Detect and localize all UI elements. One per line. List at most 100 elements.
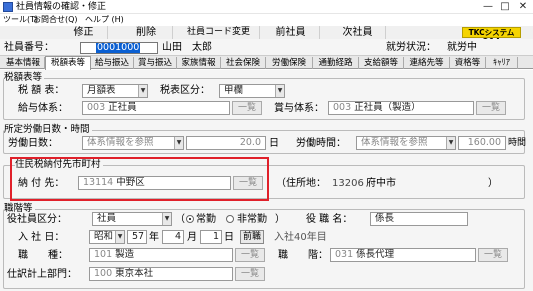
delete-button[interactable]: 削除 <box>120 26 173 39</box>
fulltime-label: 常勤 <box>196 214 216 225</box>
menu-bar <box>0 14 533 26</box>
year-unit: 年 <box>149 232 159 243</box>
day-unit: 日 <box>224 232 234 243</box>
work-hours-value: 160.00 <box>467 137 501 148</box>
tab-commute[interactable]: 通勤経路 <box>313 57 359 69</box>
help-qa-button[interactable]: TKCシステムQ&A <box>462 27 521 46</box>
job-level-label: 職 階： <box>278 250 328 261</box>
department-field[interactable]: 100 東京本社 <box>89 267 233 281</box>
app-icon <box>3 2 13 12</box>
join-day: 1 <box>212 231 219 242</box>
work-days-field[interactable]: 20.0 <box>186 136 266 150</box>
join-date-label: 入 社 日： <box>18 232 65 243</box>
bonus-system-lookup-button[interactable]: 一覧 <box>476 101 506 115</box>
tab-pay-amount[interactable]: 支給額等 <box>359 57 404 69</box>
exec-category-select[interactable]: 社員 ▼ <box>92 212 172 226</box>
bonus-system-field[interactable]: 003 正社員（製造） <box>328 101 474 115</box>
tab-social-insurance[interactable]: 社会保険 <box>221 57 266 69</box>
tab-labor-insurance[interactable]: 労働保険 <box>266 57 313 69</box>
work-hours-label: 労働時間： <box>296 138 346 149</box>
join-month-field[interactable]: 4 <box>162 230 184 244</box>
exec-category-label: 役社員区分： <box>7 214 67 225</box>
work-hours-unit: 時間 <box>508 138 527 148</box>
salary-system-code: 003 <box>87 102 106 113</box>
tax-category-value: 甲欄 <box>224 85 244 96</box>
chevron-down-icon: ▼ <box>115 231 124 243</box>
work-hours-field[interactable]: 160.00 <box>458 136 506 150</box>
tab-bonus-transfer[interactable]: 賞与振込 <box>134 57 177 69</box>
work-hours-source: 体系情報を参照 <box>361 137 428 148</box>
department-label: 仕訳計上部門： <box>7 269 77 280</box>
employee-number-field[interactable]: 0001000 <box>80 42 158 54</box>
menu-inquiry[interactable]: お問合せ(Q) <box>33 14 78 26</box>
tax-category-select[interactable]: 甲欄 ▼ <box>219 84 285 98</box>
work-days-source-select[interactable]: 体系情報を参照 ▼ <box>82 136 184 150</box>
status-value: 就労中 <box>447 42 477 53</box>
job-level-name: 係長代理 <box>356 249 395 260</box>
close-button[interactable]: ✕ <box>515 0 531 14</box>
month-unit: 月 <box>187 232 197 243</box>
tenure-text: 入社40年目 <box>274 232 327 243</box>
salary-system-lookup-button[interactable]: 一覧 <box>232 101 262 115</box>
job-title-field[interactable]: 係長 <box>370 212 468 226</box>
fulltime-radio[interactable] <box>186 215 194 223</box>
next-employee-button[interactable]: 次社員 <box>330 26 386 39</box>
bonus-system-name: 正社員（製造） <box>354 102 421 113</box>
job-level-lookup-button[interactable]: 一覧 <box>478 248 508 262</box>
tab-career[interactable]: ｷｬﾘｱ <box>486 57 518 69</box>
salary-system-field[interactable]: 003 正社員 <box>82 101 230 115</box>
job-level-field[interactable]: 031 係長代理 <box>330 248 476 262</box>
era-value: 昭和 <box>94 231 114 242</box>
tab-basic[interactable]: 基本情報 <box>2 57 45 69</box>
parttime-radio[interactable] <box>226 215 234 223</box>
address-name: 府中市 <box>366 178 396 189</box>
chevron-down-icon: ▼ <box>174 137 183 149</box>
address-label: （住所地： <box>276 178 326 189</box>
tax-category-label: 税表区分： <box>160 85 210 96</box>
department-code: 100 <box>94 268 113 279</box>
chevron-down-icon: ▼ <box>275 85 284 97</box>
salary-system-label: 給与体系： <box>18 103 68 114</box>
tab-tax[interactable]: 税額表等 <box>45 56 91 70</box>
window-title: 社員情報の確認・修正 <box>16 2 107 12</box>
edit-button[interactable]: 修正 <box>60 26 108 39</box>
tab-family[interactable]: 家族情報 <box>177 57 221 69</box>
chevron-down-icon: ▼ <box>446 137 455 149</box>
tab-qualification[interactable]: 資格等 <box>450 57 486 69</box>
tab-contact[interactable]: 連絡先等 <box>404 57 450 69</box>
previous-job-button[interactable]: 前職 <box>240 230 264 244</box>
status-label: 就労状況： <box>386 42 436 53</box>
join-day-field[interactable]: 1 <box>200 230 222 244</box>
department-name: 東京本社 <box>115 268 154 279</box>
job-level-code: 031 <box>335 249 354 260</box>
salary-system-name: 正社員 <box>108 102 137 113</box>
job-type-code: 101 <box>94 249 113 260</box>
address-code: 13206 <box>332 178 364 189</box>
job-type-label: 職 種： <box>18 250 68 261</box>
employee-number-value: 0001000 <box>96 42 141 53</box>
work-days-unit: 日 <box>269 138 279 149</box>
employee-number-label: 社員番号： <box>4 42 54 53</box>
join-year: 57 <box>132 231 145 242</box>
tax-table-label: 税 額 表： <box>18 85 65 96</box>
tax-table-value: 月額表 <box>87 85 116 96</box>
change-code-button[interactable]: 社員コード変更 <box>178 26 260 39</box>
minimize-button[interactable]: — <box>480 0 496 14</box>
tax-table-select[interactable]: 月額表 ▼ <box>82 84 148 98</box>
work-days-value: 20.0 <box>239 137 261 148</box>
job-type-field[interactable]: 101 製造 <box>89 248 233 262</box>
department-lookup-button[interactable]: 一覧 <box>235 267 265 281</box>
work-hours-source-select[interactable]: 体系情報を参照 ▼ <box>356 136 456 150</box>
chevron-down-icon: ▼ <box>138 85 147 97</box>
prev-employee-button[interactable]: 前社員 <box>262 26 320 39</box>
tab-salary-transfer[interactable]: 給与振込 <box>91 57 134 69</box>
join-year-field[interactable]: 57 <box>127 230 147 244</box>
maximize-button[interactable]: □ <box>497 0 513 14</box>
bonus-system-code: 003 <box>333 102 352 113</box>
menu-help[interactable]: ヘルプ (H) <box>85 14 124 26</box>
join-month: 4 <box>174 231 181 242</box>
job-title-label: 役 職 名： <box>306 214 353 225</box>
era-select[interactable]: 昭和 ▼ <box>89 230 125 244</box>
job-type-lookup-button[interactable]: 一覧 <box>235 248 265 262</box>
highlight-box <box>10 157 269 201</box>
